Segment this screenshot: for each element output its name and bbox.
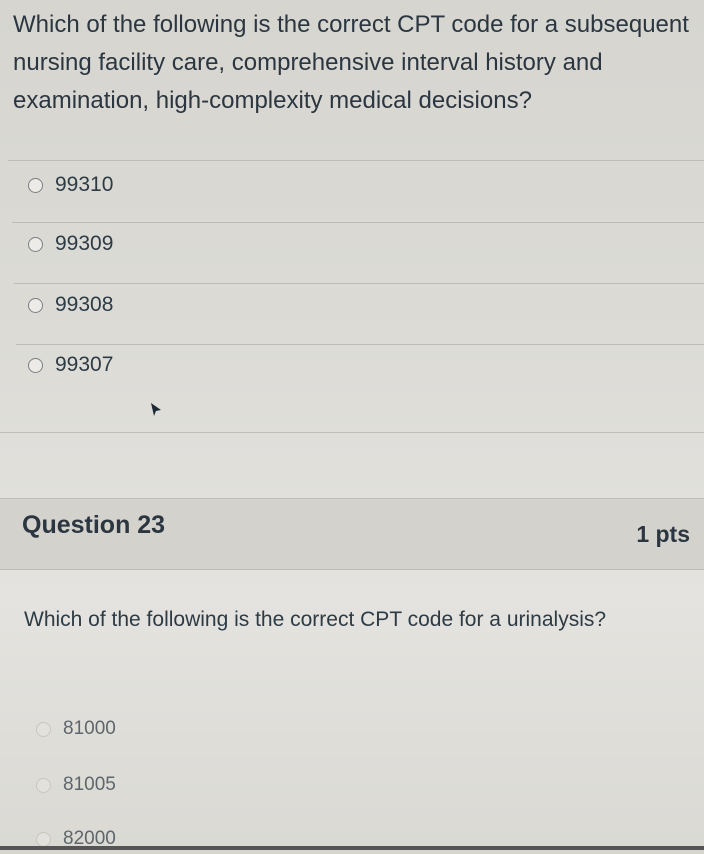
answer-label: 99307 bbox=[55, 353, 114, 376]
answer-label: 81000 bbox=[63, 718, 116, 739]
question-points: 1 pts bbox=[636, 521, 690, 547]
answer-label: 99308 bbox=[55, 293, 114, 316]
divider bbox=[12, 222, 704, 223]
answer-label: 99310 bbox=[55, 173, 114, 196]
radio-button-icon[interactable] bbox=[36, 831, 51, 847]
divider bbox=[8, 160, 704, 161]
radio-button-icon[interactable] bbox=[28, 357, 43, 373]
question-header: Question 23 1 pts bbox=[0, 498, 704, 570]
answer-label: 81005 bbox=[63, 774, 116, 795]
radio-button-icon[interactable] bbox=[28, 236, 43, 252]
answer-option[interactable]: 99310 bbox=[26, 170, 113, 200]
radio-button-icon[interactable] bbox=[36, 777, 51, 793]
question-title: Question 23 bbox=[22, 511, 166, 539]
question-text: Which of the following is the correct CP… bbox=[24, 608, 607, 631]
answer-option[interactable]: 81000 bbox=[34, 714, 116, 744]
radio-button-icon[interactable] bbox=[36, 721, 51, 737]
radio-button-icon[interactable] bbox=[28, 297, 43, 313]
question-text: Which of the following is the correct CP… bbox=[13, 11, 689, 114]
answer-option[interactable]: 99308 bbox=[26, 290, 113, 320]
divider bbox=[14, 283, 704, 284]
divider bbox=[0, 432, 704, 433]
answer-option[interactable]: 99307 bbox=[26, 350, 113, 380]
answer-label: 99309 bbox=[55, 232, 114, 255]
bottom-edge bbox=[0, 846, 704, 850]
mouse-pointer-icon bbox=[151, 403, 161, 416]
answer-option[interactable]: 99309 bbox=[26, 229, 113, 259]
answer-option[interactable]: 81005 bbox=[34, 770, 116, 800]
divider bbox=[16, 344, 704, 345]
radio-button-icon[interactable] bbox=[28, 177, 43, 193]
